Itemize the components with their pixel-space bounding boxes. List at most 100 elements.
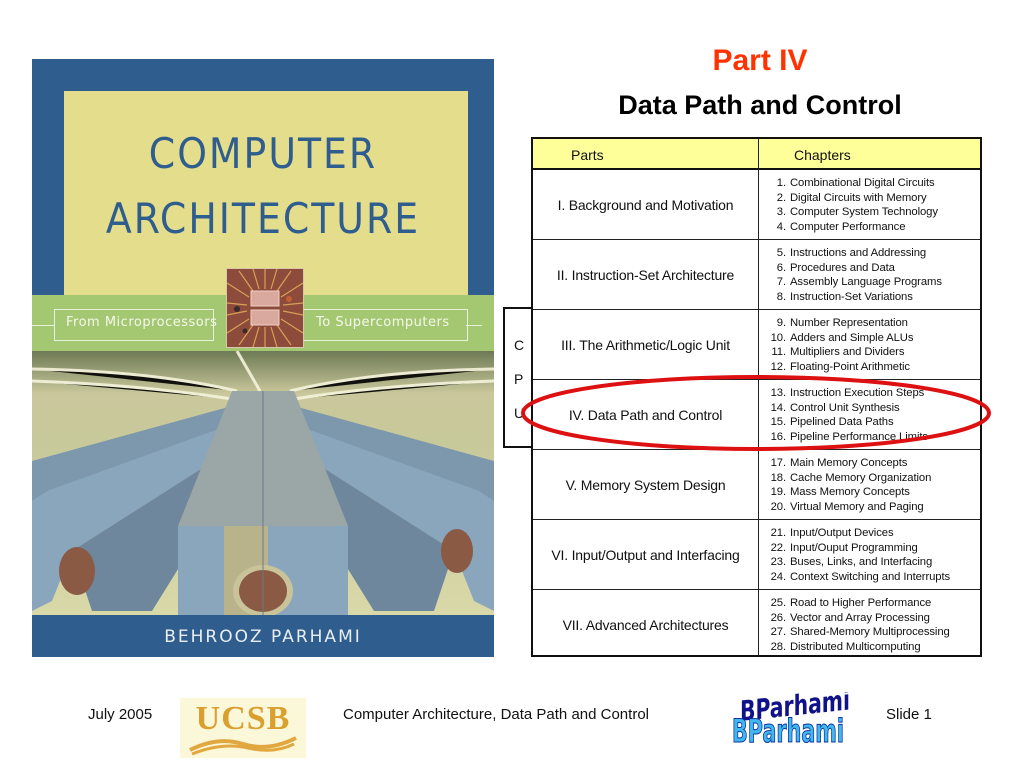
chapter-title: Buses, Links, and Interfacing xyxy=(790,556,933,569)
chapter-item: 2. Digital Circuits with Memory xyxy=(769,191,938,206)
table-row: V. Memory System Design 17. Main Memory Co… xyxy=(533,450,980,520)
chapter-item: 7. Assembly Language Programs xyxy=(769,275,942,290)
chapter-item: 1. Combinational Digital Circuits xyxy=(769,176,938,191)
parts-chapters-table: Parts Chapters I. Background and Motivat… xyxy=(531,137,982,657)
chapter-title: Assembly Language Programs xyxy=(790,276,942,289)
chapter-item: 19. Mass Memory Concepts xyxy=(769,485,931,500)
chapter-item: 25. Road to Higher Performance xyxy=(769,596,950,611)
chapter-number: 22. xyxy=(770,541,787,554)
chapter-number: 6. xyxy=(776,261,786,274)
chapter-list: 17. Main Memory Concepts 18. Cache Memory O… xyxy=(769,456,932,515)
chapter-item: 12. Floating-Point Arithmetic xyxy=(769,360,913,375)
chapter-item: 8. Instruction-Set Variations xyxy=(769,290,942,305)
table-header: Parts Chapters xyxy=(533,139,980,170)
chapter-title: Multipliers and Dividers xyxy=(790,346,905,359)
chapter-number: 20. xyxy=(770,500,787,513)
chapter-number: 11. xyxy=(771,346,786,359)
chapter-number: 16. xyxy=(770,430,787,443)
chapter-item: 28. Distributed Multicomputing xyxy=(769,640,950,655)
chapter-number: 9. xyxy=(776,317,786,329)
chapter-number: 23. xyxy=(770,556,787,569)
cover-title-panel xyxy=(64,91,468,295)
part-label: III. The Arithmetic/Logic Unit xyxy=(561,337,730,353)
chapter-number: 19. xyxy=(770,486,787,499)
footer-course-title: Computer Architecture, Data Path and Con… xyxy=(343,706,649,723)
part-label: VI. Input/Output and Interfacing xyxy=(551,547,740,563)
chapter-list: 13. Instruction Execution Steps 14. Control… xyxy=(769,386,928,444)
chapter-title: Context Switching and Interrupts xyxy=(790,570,951,583)
part-label: II. Instruction-Set Architecture xyxy=(556,267,735,283)
chapter-item: 26. Vector and Array Processing xyxy=(769,611,950,626)
chapter-title: Number Representation xyxy=(790,317,908,329)
chapter-item: 22. Input/Ouput Programming xyxy=(769,541,950,556)
chapter-item: 20. Virtual Memory and Paging xyxy=(769,500,931,515)
supercomputer-photo xyxy=(32,351,494,615)
chapter-title: Shared-Memory Multiprocessing xyxy=(790,626,950,639)
chapter-title: Pipeline Performance Limits xyxy=(790,430,928,443)
chapter-title: Road to Higher Performance xyxy=(790,597,932,609)
chapter-title: Control Unit Synthesis xyxy=(790,401,900,414)
chapter-item: 13. Instruction Execution Steps xyxy=(769,386,928,401)
chapter-number: 13. xyxy=(770,387,787,399)
chapter-title: Instruction Execution Steps xyxy=(790,387,925,399)
slide-number: Slide 1 xyxy=(886,706,932,723)
ucsb-logo: UCSB xyxy=(180,698,306,758)
chapter-title: Input/Output Devices xyxy=(790,527,894,539)
chapter-title: Adders and Simple ALUs xyxy=(790,331,914,344)
part-title: Part IV xyxy=(712,44,808,77)
chapter-item: 23. Buses, Links, and Interfacing xyxy=(769,555,950,570)
table-row: IV. Data Path and Control 13. Instruction … xyxy=(533,380,980,450)
chapter-item: 10. Adders and Simple ALUs xyxy=(769,331,914,346)
cpu-letter-c: C xyxy=(514,337,525,353)
chapter-item: 5. Instructions and Addressing xyxy=(769,246,942,261)
chapter-item: 21. Input/Output Devices xyxy=(769,526,950,541)
chapter-item: 18. Cache Memory Organization xyxy=(769,471,932,486)
chapter-title: Computer System Technology xyxy=(790,206,938,219)
chapter-item: 14. Control Unit Synthesis xyxy=(769,401,928,416)
chapter-title: Computer Performance xyxy=(790,220,906,233)
slide-subtitle: Data Path and Control xyxy=(618,90,902,120)
chapter-number: 15. xyxy=(770,416,787,429)
chapter-number: 12. xyxy=(770,360,787,373)
table-row: I. Background and Motivation 1. Combinatio… xyxy=(533,170,980,240)
chapter-number: 27. xyxy=(770,626,787,639)
cpu-letter-p: P xyxy=(514,371,524,387)
header-chapters: Chapters xyxy=(794,147,851,163)
chapter-item: 3. Computer System Technology xyxy=(769,205,938,220)
chapter-item: 24. Context Switching and Interrupts xyxy=(769,570,951,585)
microchip-image xyxy=(226,268,304,348)
chapter-item: 4. Computer Performance xyxy=(769,220,938,235)
cover-title-line1: COMPUTER xyxy=(148,129,378,178)
chapter-number: 24. xyxy=(770,570,787,583)
chapter-list: 9. Number Representation 10. Adders and Sim… xyxy=(769,316,914,375)
chapter-title: Floating-Point Arithmetic xyxy=(790,360,910,373)
chapter-title: Vector and Array Processing xyxy=(790,611,930,624)
part-label: VII. Advanced Architectures xyxy=(562,617,729,633)
chapter-number: 5. xyxy=(776,247,786,259)
chapter-list: 5. Instructions and Addressing 6. Procedure… xyxy=(769,246,942,304)
chapter-number: 28. xyxy=(770,640,787,653)
chapter-list: 21. Input/Output Devices 22. Input/Ouput Pr… xyxy=(769,526,951,585)
chapter-item: 9. Number Representation xyxy=(769,316,913,331)
chapter-number: 14. xyxy=(770,401,787,414)
chapter-title: Input/Ouput Programming xyxy=(790,541,918,554)
chapter-title: Pipelined Data Paths xyxy=(790,416,894,429)
chapter-number: 8. xyxy=(776,290,786,303)
chapter-title: Procedures and Data xyxy=(790,261,895,274)
chapter-title: Digital Circuits with Memory xyxy=(790,191,927,204)
cover-band-left-text: From Microprocessors xyxy=(66,315,218,330)
chapter-title: Cache Memory Organization xyxy=(790,471,932,484)
table-row: III. The Arithmetic/Logic Unit 9. Number R… xyxy=(533,310,980,380)
chapter-number: 21. xyxy=(770,527,787,539)
chapter-number: 7. xyxy=(776,276,786,289)
chapter-item: 15. Pipelined Data Paths xyxy=(769,415,928,430)
cover-author: BEHROOZ PARHAMI xyxy=(32,615,494,657)
chapter-title: Combinational Digital Circuits xyxy=(790,177,935,189)
chapter-item: 6. Procedures and Data xyxy=(769,261,942,276)
footer-date: July 2005 xyxy=(88,706,153,723)
chapter-title: Main Memory Concepts xyxy=(790,457,908,469)
chapter-item: 16. Pipeline Performance Limits xyxy=(769,430,928,445)
chapter-list: 25. Road to Higher Performance 26. Vector a… xyxy=(769,596,950,654)
chapter-number: 17. xyxy=(770,457,787,469)
chapter-list: 1. Combinational Digital Circuits 2. Digita… xyxy=(769,176,938,234)
